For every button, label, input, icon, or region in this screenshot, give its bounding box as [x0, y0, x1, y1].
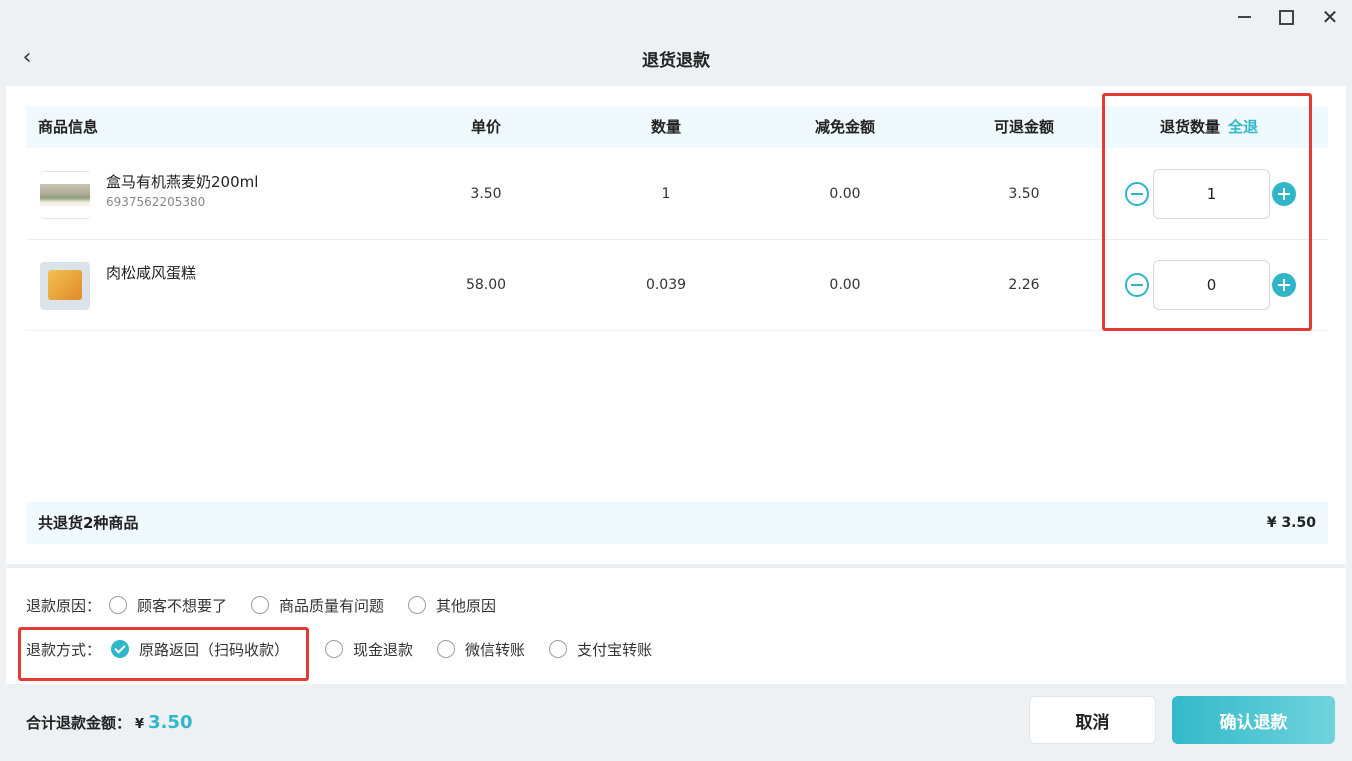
method-option-label: 现金退款 [353, 640, 414, 659]
return-qty-input[interactable] [1153, 169, 1270, 219]
reason-option[interactable]: 其他原因 [408, 595, 496, 616]
refund-method-label: 退款方式： [26, 640, 102, 659]
reason-option-label: 其他原因 [436, 596, 497, 615]
radio-icon [325, 640, 344, 658]
refund-reason-label: 退款原因： [26, 596, 102, 615]
check-circle-icon [111, 640, 130, 658]
table-row: 肉松咸风蛋糕 58.00 0.039 0.00 2.26 [26, 240, 1328, 331]
radio-icon [408, 596, 427, 614]
table-header: 商品信息 单价 数量 减免金额 可退金额 退货数量 全退 [26, 106, 1328, 148]
currency-symbol: ¥ [135, 717, 145, 732]
refund-method-group: 退款方式： 原路返回（扫码收款） 现金退款 微信转账 支付宝转账 [26, 637, 676, 661]
maximize-icon[interactable] [1274, 6, 1298, 28]
quantity: 0.039 [645, 277, 687, 293]
method-option-label: 支付宝转账 [577, 640, 653, 659]
return-items-panel: 商品信息 单价 数量 减免金额 可退金额 退货数量 全退 盒马有机燕麦奶200ml… [6, 86, 1346, 564]
minus-icon[interactable] [1125, 182, 1149, 206]
unit-price: 3.50 [470, 186, 502, 202]
product-image [40, 262, 90, 310]
column-header-qty: 数量 [650, 118, 681, 136]
method-option[interactable]: 现金退款 [325, 639, 413, 660]
reason-option-label: 顾客不想要了 [137, 596, 228, 615]
reason-option-label: 商品质量有问题 [279, 596, 385, 615]
plus-icon[interactable] [1272, 182, 1296, 206]
radio-icon [549, 640, 568, 658]
return-qty-input[interactable] [1153, 260, 1270, 310]
refundable-amount: 2.26 [1008, 277, 1040, 293]
column-header-discount: 减免金额 [814, 118, 875, 136]
page-title: 退货退款 [642, 51, 710, 71]
close-icon[interactable]: ✕ [1318, 6, 1342, 28]
refund-reason-group: 退款原因： 顾客不想要了 商品质量有问题 其他原因 [26, 593, 520, 617]
minus-icon[interactable] [1125, 273, 1149, 297]
return-qty-stepper [1123, 169, 1296, 219]
method-option-label: 微信转账 [465, 640, 526, 659]
method-option[interactable]: 原路返回（扫码收款） [111, 639, 289, 660]
column-header-refundable: 可退金额 [993, 118, 1054, 136]
method-option-label: 原路返回（扫码收款） [139, 640, 290, 659]
refund-total: 合计退款金额： ¥3.50 [26, 712, 192, 733]
column-header-info: 商品信息 [38, 118, 99, 136]
reason-option[interactable]: 商品质量有问题 [251, 595, 384, 616]
method-option[interactable]: 支付宝转账 [549, 639, 652, 660]
refund-options-panel [6, 568, 1346, 684]
summary-count: 共退货2种商品 [38, 514, 139, 532]
discount-amount: 0.00 [829, 277, 861, 293]
radio-icon [251, 596, 270, 614]
summary-bar: 共退货2种商品 ¥ 3.50 [26, 502, 1328, 544]
product-barcode: 6937562205380 [106, 195, 206, 209]
product-name: 盒马有机燕麦奶200ml [106, 173, 259, 191]
confirm-refund-button[interactable]: 确认退款 [1172, 696, 1335, 744]
radio-icon [437, 640, 456, 658]
product-image [40, 171, 90, 219]
return-qty-stepper [1123, 260, 1296, 310]
return-all-button[interactable]: 全退 [1228, 118, 1258, 136]
quantity: 1 [661, 186, 671, 202]
plus-icon[interactable] [1272, 273, 1296, 297]
discount-amount: 0.00 [829, 186, 861, 202]
cancel-button[interactable]: 取消 [1029, 696, 1156, 744]
table-row: 盒马有机燕麦奶200ml 6937562205380 3.50 1 0.00 3… [26, 149, 1328, 240]
refund-total-label: 合计退款金额： [26, 714, 132, 732]
reason-option[interactable]: 顾客不想要了 [109, 595, 227, 616]
refund-total-value: 3.50 [148, 712, 193, 733]
unit-price: 58.00 [465, 277, 507, 293]
column-header-return-qty: 退货数量 全退 [1160, 106, 1258, 148]
radio-icon [109, 596, 128, 614]
return-qty-label: 退货数量 [1160, 118, 1221, 136]
summary-total: ¥ 3.50 [1266, 515, 1316, 531]
product-name: 肉松咸风蛋糕 [106, 264, 197, 282]
minimize-icon[interactable] [1232, 6, 1256, 28]
refundable-amount: 3.50 [1008, 186, 1040, 202]
method-option[interactable]: 微信转账 [437, 639, 525, 660]
column-header-price: 单价 [470, 118, 501, 136]
